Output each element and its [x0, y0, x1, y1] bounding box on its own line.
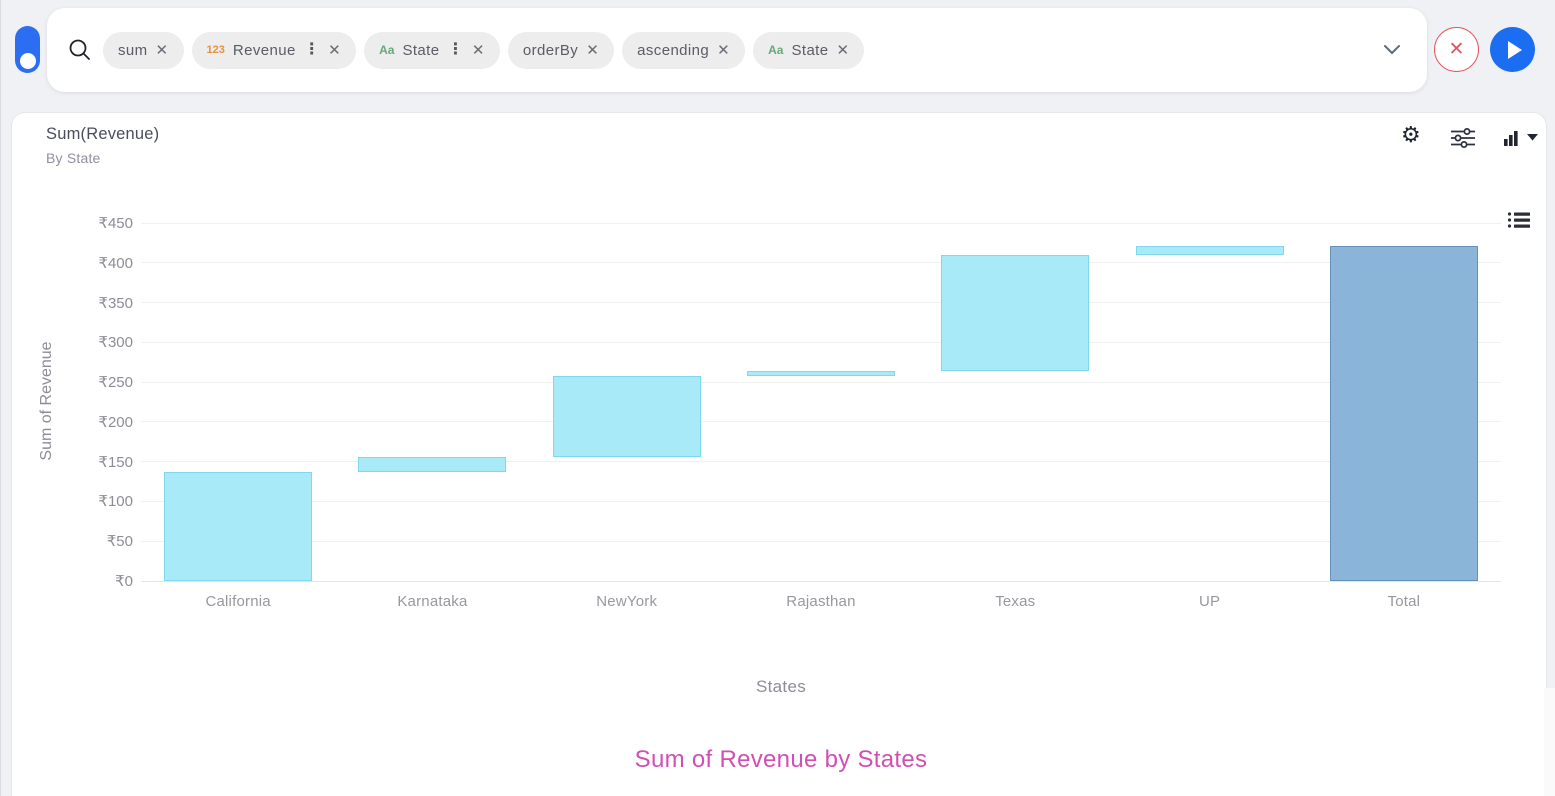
kebab-menu-icon[interactable]: ⋮: [447, 42, 463, 58]
cancel-query-button[interactable]: ✕: [1434, 27, 1479, 72]
bar-texas[interactable]: [941, 255, 1089, 371]
y-tick-label: ₹400: [57, 254, 133, 272]
query-token-state[interactable]: Aa State ⋮ ✕: [364, 32, 500, 69]
x-tick-label-newyork: NewYork: [530, 593, 724, 610]
query-token-orderby[interactable]: orderBy ✕: [508, 32, 614, 69]
x-tick-label-california: California: [141, 593, 335, 610]
token-label: State: [791, 42, 828, 59]
y-tick-label: ₹300: [57, 333, 133, 351]
bar-california[interactable]: [164, 472, 312, 581]
context-menu-list-icon[interactable]: [1507, 211, 1531, 238]
bar-chart-icon: [1503, 127, 1523, 147]
x-tick-label-total: Total: [1307, 593, 1501, 610]
chart-card-title: Sum(Revenue): [46, 125, 159, 144]
remove-token-icon[interactable]: ✕: [837, 43, 850, 58]
y-tick-label: ₹200: [57, 413, 133, 431]
settings-gear-icon[interactable]: ⚙: [1401, 124, 1421, 146]
chevron-down-icon[interactable]: [1377, 39, 1407, 61]
query-token-revenue[interactable]: 123 Revenue ⋮ ✕: [192, 32, 357, 69]
search-icon: [67, 37, 93, 63]
token-label: orderBy: [523, 42, 578, 59]
query-token-list: sum✕123Revenue⋮✕AaState⋮✕orderBy✕ascendi…: [103, 32, 1377, 69]
play-icon: [1508, 41, 1522, 59]
app-logo-knob: [20, 53, 36, 69]
bar-newyork[interactable]: [553, 376, 701, 457]
chart-type-selector[interactable]: [1503, 127, 1538, 147]
run-query-button[interactable]: [1490, 27, 1535, 72]
y-tick-label: ₹450: [57, 214, 133, 232]
x-tick-label-rajasthan: Rajasthan: [724, 593, 918, 610]
chart-bottom-title: Sum of Revenue by States: [61, 746, 1501, 774]
chart-card-subtitle: By State: [46, 150, 101, 166]
token-label: ascending: [637, 42, 709, 59]
remove-token-icon[interactable]: ✕: [328, 43, 341, 58]
bar-up[interactable]: [1136, 246, 1284, 255]
app-logo: [15, 26, 40, 73]
y-tick-label: ₹0: [57, 572, 133, 590]
bar-total[interactable]: [1330, 246, 1478, 581]
x-axis-title: States: [61, 677, 1501, 697]
scrollbar-track[interactable]: [1544, 688, 1555, 796]
query-token-sum[interactable]: sum ✕: [103, 32, 184, 69]
x-tick-label-karnataka: Karnataka: [335, 593, 529, 610]
y-tick-label: ₹50: [57, 532, 133, 550]
x-tick-label-texas: Texas: [918, 593, 1112, 610]
y-tick-label: ₹350: [57, 294, 133, 312]
y-axis-title: Sum of Revenue: [38, 321, 56, 481]
remove-token-icon[interactable]: ✕: [156, 43, 169, 58]
filter-sliders-icon[interactable]: [1450, 127, 1476, 149]
close-icon: ✕: [1449, 38, 1465, 61]
caret-down-icon: [1527, 133, 1538, 141]
bar-karnataka[interactable]: [358, 457, 506, 472]
token-label: Revenue: [233, 42, 296, 59]
remove-token-icon[interactable]: ✕: [717, 43, 730, 58]
token-label: sum: [118, 42, 148, 59]
text-field-icon: Aa: [768, 43, 783, 57]
y-tick-label: ₹100: [57, 492, 133, 510]
query-token-state[interactable]: Aa State ✕: [753, 32, 864, 69]
numeric-field-icon: 123: [207, 44, 225, 56]
token-label: State: [402, 42, 439, 59]
text-field-icon: Aa: [379, 43, 394, 57]
query-search-bar[interactable]: sum✕123Revenue⋮✕AaState⋮✕orderBy✕ascendi…: [47, 8, 1427, 92]
waterfall-plot-area: [141, 223, 1501, 581]
y-tick-label: ₹250: [57, 373, 133, 391]
bar-rajasthan[interactable]: [747, 371, 895, 376]
remove-token-icon[interactable]: ✕: [586, 43, 599, 58]
app-window: sum✕123Revenue⋮✕AaState⋮✕orderBy✕ascendi…: [0, 0, 1555, 796]
query-token-ascending[interactable]: ascending ✕: [622, 32, 745, 69]
kebab-menu-icon[interactable]: ⋮: [304, 42, 320, 58]
y-tick-label: ₹150: [57, 453, 133, 471]
remove-token-icon[interactable]: ✕: [472, 43, 485, 58]
x-tick-label-up: UP: [1112, 593, 1306, 610]
